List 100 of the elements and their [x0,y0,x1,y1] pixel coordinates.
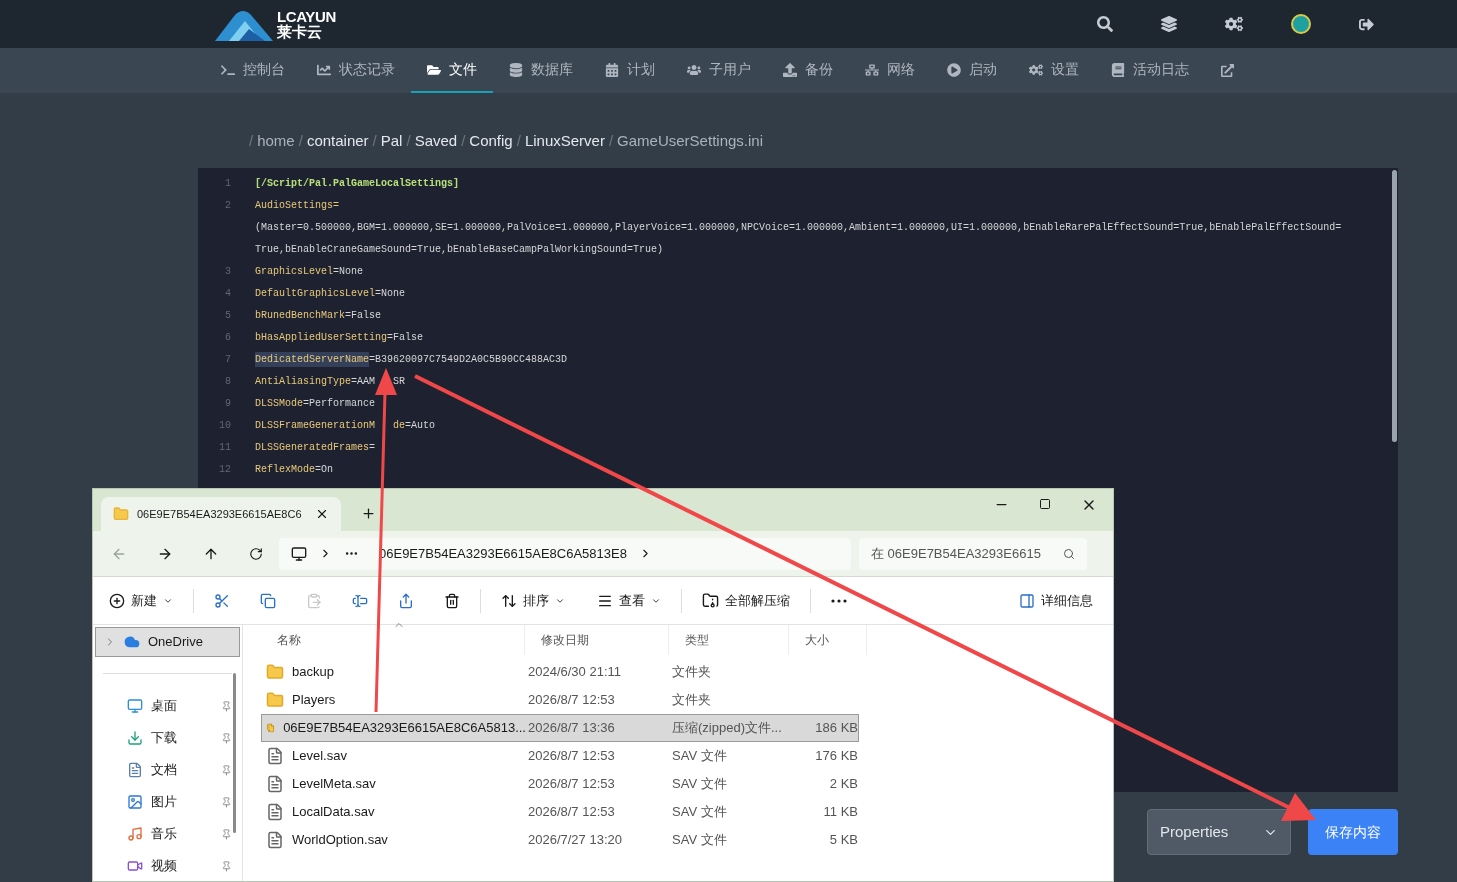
image-icon [127,794,143,810]
code-text: = [369,440,376,455]
file-type: 文件夹 [671,663,712,682]
file-row[interactable]: 06E9E7B54EA3293E6615AE8C6A5813...2026/8/7 13:36 压缩(zipped)文件... 186 KB [261,714,859,742]
video-icon [127,858,143,874]
trash-icon [444,592,460,609]
line-number: 10 [219,419,231,431]
code-text: =Auto [405,418,436,433]
file-row[interactable]: LevelMeta.sav 2026/8/7 12:53 SAV 文件 2 KB [261,770,859,798]
more-icon [831,598,847,603]
nav-tab[interactable]: 网络 [849,48,931,93]
explorer-tab[interactable]: 06E9E7B54EA3293E6615AE8C6 [101,497,341,531]
breadcrumb-link[interactable]: LinuxServer [524,129,605,152]
nav-tab[interactable]: 启动 [931,48,1013,93]
file-row[interactable]: LocalData.sav 2026/8/7 12:53 SAV 文件 11 KB [261,798,859,826]
chart-icon [317,62,331,77]
close-icon[interactable] [315,507,329,521]
file-date: 2026/8/7 12:53 [527,803,616,822]
save-button[interactable]: 保存内容 [1308,809,1398,855]
sidebar-scrollbar[interactable] [233,673,236,833]
upload-icon [783,62,797,77]
code-key: DLSSMode [255,395,303,411]
play-icon [947,62,961,77]
new-button[interactable]: 新建 [101,584,181,617]
file-row[interactable]: WorldOption.sav 2026/7/27 13:20 SAV 文件 5 KB [261,826,859,854]
terminal-icon [221,62,235,77]
sidebar-item[interactable]: 文档 [93,754,242,786]
code-key: DedicatedServerName [255,351,370,367]
file-type: 文件夹 [671,691,712,710]
scrollbar[interactable] [1392,170,1397,442]
calendar-icon [605,62,619,77]
nav-tab[interactable]: 控制台 [205,48,301,93]
maximize-icon[interactable] [1039,498,1051,510]
layers-icon[interactable] [1161,16,1177,32]
nav-tab[interactable]: 活动日志 [1095,48,1205,93]
breadcrumb-link[interactable]: Config [469,129,513,152]
refresh-icon[interactable] [249,546,263,561]
breadcrumb-link[interactable]: GameUserSettings.ini [617,129,763,152]
breadcrumb-link[interactable]: Pal [380,129,403,152]
file-row[interactable]: Level.sav 2026/8/7 12:53 SAV 文件 176 KB [261,742,859,770]
sidebar-item[interactable]: 桌面 [93,690,242,722]
logo-text: LCAYUN [277,9,336,24]
file-row[interactable]: backup 2024/6/30 21:11 文件夹 [261,658,859,686]
nav-tab[interactable]: 数据库 [493,48,589,93]
file-date: 2026/7/27 13:20 [527,831,623,850]
sort-button[interactable]: 排序 [493,584,573,617]
breadcrumb-link[interactable]: container [306,129,369,152]
sidebar-item[interactable]: 音乐 [93,818,242,850]
extract-button[interactable]: 全部解压缩 [694,584,798,617]
file-name: 06E9E7B54EA3293E6615AE8C6A5813... [283,719,526,738]
column-header[interactable]: 大小 [789,625,867,655]
settings-icon[interactable] [1225,15,1243,33]
line-number: 11 [219,441,231,453]
nav-tab[interactable]: 备份 [767,48,849,93]
rename-icon [352,592,368,609]
code-key: DefaultGraphicsLevel [255,285,376,301]
nav-tab[interactable]: 文件 [411,48,493,93]
logout-icon[interactable] [1359,16,1374,32]
code-text: =B39620097C7549D2A0C5B90CC488AC3D [369,352,568,367]
download-icon [127,730,143,746]
view-button[interactable]: 查看 [589,584,669,617]
file-size: 2 KB [829,776,858,792]
file-row[interactable]: Players 2026/8/7 12:53 文件夹 [261,686,859,714]
file-type: SAV 文件 [671,775,728,794]
sidebar-item[interactable]: 下载 [93,722,242,754]
avatar[interactable] [1291,14,1311,34]
document-icon [127,762,143,778]
file-icon [266,775,284,793]
search-icon [1063,547,1075,560]
code-text: =On [315,462,334,477]
file-type: SAV 文件 [671,831,728,850]
search-placeholder: 在 06E9E7B54EA3293E6615 [871,544,1041,563]
breadcrumb-link[interactable]: Saved [414,129,458,152]
external-link-icon[interactable] [1221,64,1234,77]
nav-tab[interactable]: 计划 [589,48,671,93]
breadcrumb-link[interactable]: home [257,129,295,152]
code-key: bRunedBenchMark [255,307,345,323]
search-field[interactable]: 在 06E9E7B54EA3293E6615 [859,537,1087,570]
folder-icon [266,691,284,709]
sidebar-item[interactable]: 图片 [93,786,242,818]
nav-tab[interactable]: 子用户 [671,48,767,93]
sidebar-item[interactable]: 视频 [93,850,242,882]
nav-tab[interactable]: 状态记录 [301,48,411,93]
code-text: SR [393,374,406,389]
file-icon [266,747,284,765]
properties-select[interactable]: Properties [1147,809,1291,855]
details-button[interactable]: 详细信息 [1011,584,1101,617]
code-text: =AAM [351,374,376,389]
file-type: 压缩(zipped)文件... [671,719,783,738]
new-tab-icon[interactable] [361,506,376,521]
column-header[interactable]: 修改日期 [525,625,669,655]
column-header[interactable]: 名称 [261,625,525,655]
code-text: =Performance [303,396,376,411]
sidebar-item[interactable]: OneDrive [95,627,240,657]
nav-tab[interactable]: 设置 [1013,48,1095,93]
file-name: Level.sav [292,747,347,766]
search-icon[interactable] [1097,16,1113,32]
column-header[interactable]: 类型 [669,625,789,655]
breadcrumb-separator: / [406,130,411,151]
breadcrumb-separator: / [608,130,614,151]
